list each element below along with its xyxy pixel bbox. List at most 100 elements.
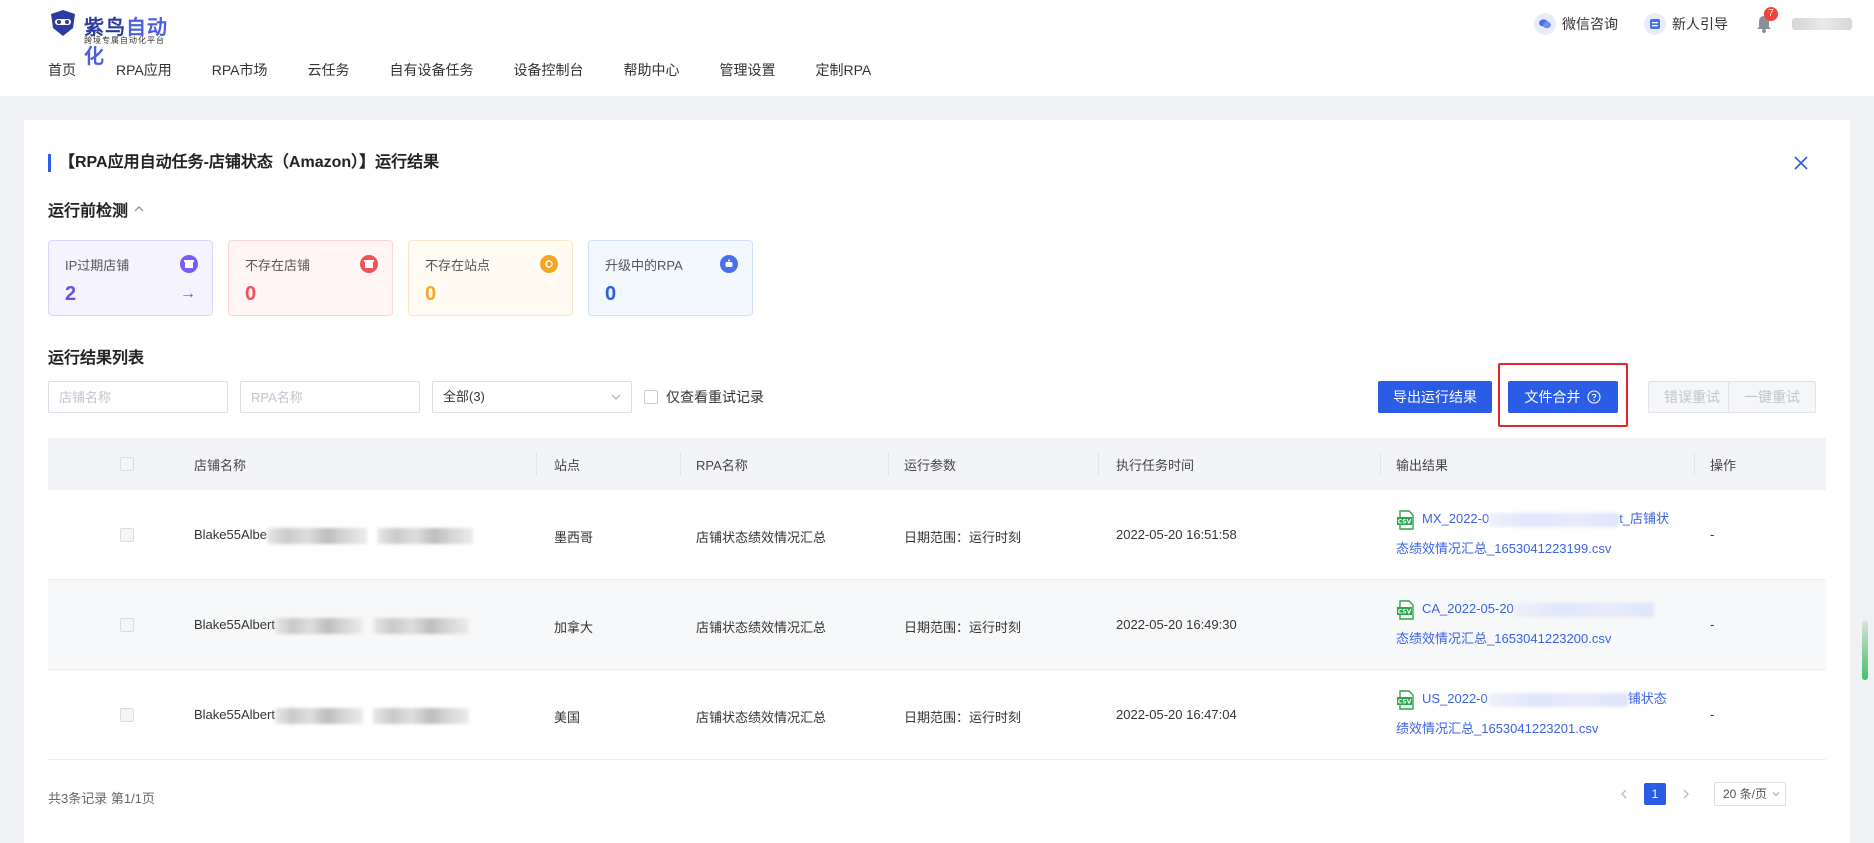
wechat-icon: [1534, 13, 1556, 35]
guide-icon: [1644, 13, 1666, 35]
params-cell: 日期范围：运行时刻: [904, 530, 1022, 545]
next-page-button[interactable]: [1674, 782, 1698, 806]
column-divider: [888, 452, 889, 476]
stat-card-ip-expired[interactable]: IP过期店铺 2 →: [48, 240, 213, 316]
site-cell: 美国: [554, 710, 581, 725]
time-cell: 2022-05-20 16:47:04: [1116, 707, 1237, 722]
output-file-link[interactable]: CSV US_2022-0 铺状态 绩效情况汇总_1653041223201.csv: [1396, 684, 1686, 744]
panel-title: 【RPA应用自动任务-店铺状态（Amazon）】运行结果: [48, 154, 439, 172]
rpa-name-search-input[interactable]: [240, 381, 420, 413]
chevron-left-icon: [1621, 789, 1627, 799]
brand-tagline: 跨境专属自动化平台: [84, 36, 165, 45]
help-circle-icon[interactable]: [1587, 390, 1601, 404]
action-cell: -: [1710, 707, 1715, 722]
newbie-guide-label: 新人引导: [1672, 16, 1728, 32]
row-checkbox[interactable]: [120, 708, 134, 722]
notification-badge: 7: [1764, 7, 1778, 21]
nav-item-home[interactable]: 首页: [48, 60, 76, 80]
output-file-link[interactable]: CSV CA_2022-05-20 态绩效情况汇总_1653041223200.c…: [1396, 594, 1686, 654]
nav-item-rpa-market[interactable]: RPA市场: [212, 60, 268, 80]
bird-logo-icon: [51, 10, 75, 36]
pre-check-title: 运行前检测: [48, 203, 129, 220]
page-size-select[interactable]: 20 条/页: [1714, 782, 1786, 806]
rpa-name-cell: 店铺状态绩效情况汇总: [696, 710, 827, 725]
stat-value: 0: [425, 283, 437, 305]
stat-label: 不存在站点: [425, 258, 491, 273]
stat-card-missing-site: 不存在站点 0: [408, 240, 573, 316]
current-page-button[interactable]: 1: [1644, 783, 1666, 805]
svg-text:CSV: CSV: [1398, 698, 1412, 705]
time-cell: 2022-05-20 16:51:58: [1116, 527, 1237, 542]
status-select-value: 全部(3): [443, 389, 485, 404]
results-list-title: 运行结果列表: [48, 350, 145, 367]
prev-page-button[interactable]: [1612, 782, 1636, 806]
chevron-up-icon: [134, 206, 144, 212]
action-cell: -: [1710, 527, 1715, 542]
row-checkbox[interactable]: [120, 618, 134, 632]
row-checkbox[interactable]: [120, 528, 134, 542]
shop-name-cell: Blake55Albert: [194, 617, 469, 634]
file-merge-button[interactable]: 文件合并: [1508, 381, 1618, 413]
site-cell: 加拿大: [554, 620, 594, 635]
nav-item-rpa-apps[interactable]: RPA应用: [116, 60, 172, 80]
pagination: 1 20 条/页: [1612, 782, 1786, 806]
retry-all-button[interactable]: 一键重试: [1728, 381, 1816, 413]
retry-only-label: 仅查看重试记录: [666, 389, 764, 405]
chevron-down-icon: [1772, 792, 1780, 797]
col-header-rpa: RPA名称: [696, 458, 748, 473]
table-row: Blake55Albert 美国 店铺状态绩效情况汇总 日期范围：运行时刻 20…: [48, 670, 1826, 760]
user-account-avatar[interactable]: [1792, 18, 1852, 30]
wechat-consult-label: 微信咨询: [1562, 16, 1618, 32]
arrow-right-icon[interactable]: →: [180, 285, 196, 303]
export-results-button[interactable]: 导出运行结果: [1378, 381, 1492, 413]
table-header: 店铺名称 站点 RPA名称 运行参数 执行任务时间 输出结果 操作: [48, 438, 1826, 490]
nav-item-settings[interactable]: 管理设置: [720, 60, 776, 80]
page-size-value: 20 条/页: [1723, 787, 1768, 801]
nav-item-help-center[interactable]: 帮助中心: [624, 60, 680, 80]
stat-value: 0: [605, 283, 617, 305]
main-nav: 首页 RPA应用 RPA市场 云任务 自有设备任务 设备控制台 帮助中心 管理设…: [48, 60, 911, 80]
col-header-site: 站点: [554, 458, 581, 473]
nav-item-cloud-tasks[interactable]: 云任务: [308, 60, 350, 80]
results-table: 店铺名称 站点 RPA名称 运行参数 执行任务时间 输出结果 操作 Blake5…: [48, 438, 1826, 760]
site-cell: 墨西哥: [554, 530, 594, 545]
action-cell: -: [1710, 617, 1715, 632]
select-all-checkbox[interactable]: [120, 457, 134, 471]
col-header-output: 输出结果: [1396, 458, 1449, 473]
nav-item-own-device-tasks[interactable]: 自有设备任务: [390, 60, 474, 80]
params-cell: 日期范围：运行时刻: [904, 710, 1022, 725]
shop-icon: [360, 255, 378, 273]
status-select[interactable]: 全部(3): [432, 381, 632, 413]
pre-check-toggle[interactable]: 运行前检测: [48, 197, 144, 221]
chevron-down-icon: [611, 394, 621, 400]
retry-errors-button[interactable]: 错误重试: [1648, 381, 1736, 413]
col-header-shop: 店铺名称: [194, 458, 247, 473]
shop-name-cell: Blake55Albert: [194, 707, 469, 724]
file-merge-label: 文件合并: [1524, 389, 1581, 405]
top-header: 紫鸟自动化 跨境专属自动化平台 微信咨询 新人引导 7 首页 RPA应用 RPA…: [0, 0, 1874, 96]
shop-name-cell: Blake55Albe: [194, 527, 473, 544]
nav-item-custom-rpa[interactable]: 定制RPA: [816, 60, 872, 80]
retry-only-checkbox[interactable]: 仅查看重试记录: [644, 387, 764, 407]
csv-file-icon: CSV: [1397, 509, 1414, 530]
robot-icon: [720, 255, 738, 273]
stat-card-upgrading-rpa: 升级中的RPA 0: [588, 240, 753, 316]
nav-item-device-console[interactable]: 设备控制台: [514, 60, 584, 80]
run-results-panel: 【RPA应用自动任务-店铺状态（Amazon）】运行结果 运行前检测 IP过期店…: [24, 120, 1850, 843]
col-header-actions: 操作: [1710, 458, 1737, 473]
brand-logo[interactable]: 紫鸟自动化 跨境专属自动化平台: [48, 8, 178, 68]
output-file-link[interactable]: CSV MX_2022-0 t_店铺状 态绩效情况汇总_1653041223199.…: [1396, 504, 1686, 564]
csv-file-icon: CSV: [1397, 599, 1414, 620]
wechat-consult-button[interactable]: 微信咨询: [1534, 13, 1618, 35]
column-divider: [536, 452, 537, 476]
checkbox-box[interactable]: [644, 390, 658, 404]
page-scrollbar[interactable]: [1862, 620, 1868, 680]
col-header-params: 运行参数: [904, 458, 957, 473]
shop-name-search-input[interactable]: [48, 381, 228, 413]
notification-bell-button[interactable]: 7: [1754, 7, 1778, 35]
close-icon[interactable]: [1792, 154, 1810, 172]
column-divider: [1380, 452, 1381, 476]
newbie-guide-button[interactable]: 新人引导: [1644, 13, 1728, 35]
filter-bar: 全部(3) 仅查看重试记录: [48, 381, 764, 413]
column-divider: [1694, 452, 1695, 476]
